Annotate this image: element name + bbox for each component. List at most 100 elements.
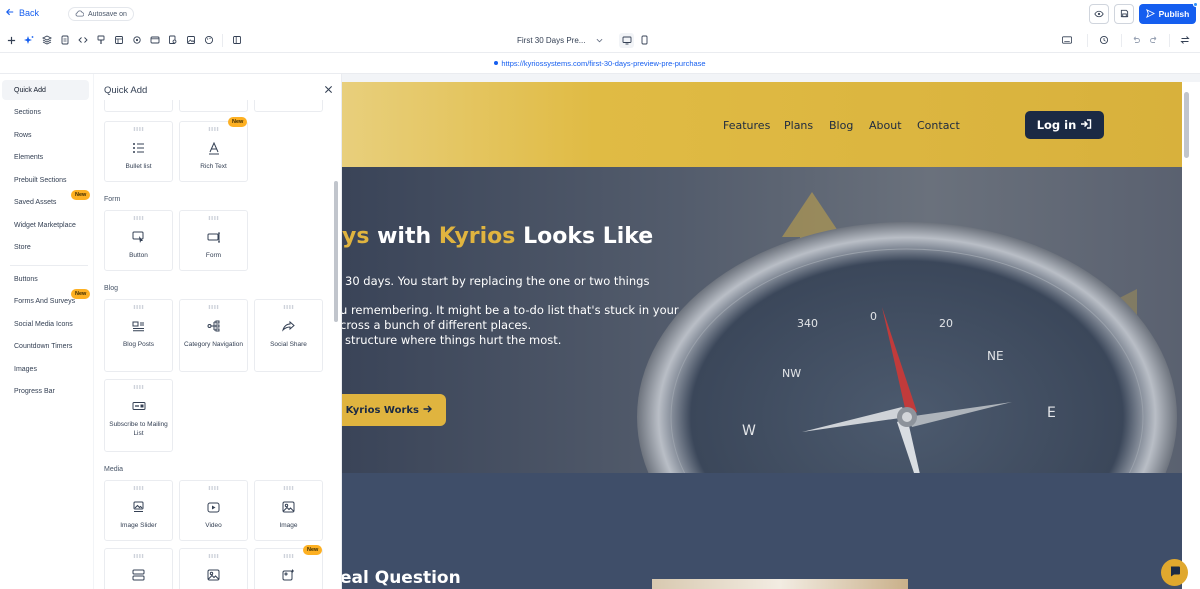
sidebar-item-store[interactable]: Store (2, 237, 89, 257)
settings-icon[interactable] (132, 35, 142, 45)
login-button[interactable]: Log in (1025, 111, 1104, 139)
search-doc-icon[interactable] (168, 35, 178, 45)
sidebar-item-buttons[interactable]: Buttons (2, 269, 89, 289)
drag-handle-icon[interactable] (208, 216, 219, 220)
undo-icon[interactable] (1131, 35, 1141, 45)
drag-handle-icon[interactable] (208, 127, 219, 131)
hero-button-label: w Kyrios Works (342, 404, 419, 416)
nav-link-blog[interactable]: Blog (829, 119, 853, 132)
keyboard-icon[interactable] (1062, 35, 1072, 45)
drag-handle-icon[interactable] (208, 486, 219, 490)
sparkle-icon[interactable] (24, 35, 34, 45)
page-selector[interactable]: First 30 Days Pre... (509, 33, 607, 48)
svg-text:W: W (742, 423, 756, 439)
preview-scrollbar-thumb[interactable] (1184, 92, 1189, 158)
code-icon[interactable] (78, 35, 88, 45)
palette-icon[interactable] (204, 35, 214, 45)
drag-handle-icon[interactable] (133, 127, 144, 131)
element-card-image-slider[interactable]: Image Slider (104, 480, 173, 541)
element-card-rich-text[interactable]: Rich Text (179, 121, 248, 182)
element-card-form[interactable]: Form (179, 210, 248, 271)
drag-handle-icon[interactable] (133, 486, 144, 490)
publish-button[interactable]: Publish (1139, 2, 1198, 24)
sidebar-item-social-media-icons[interactable]: Social Media Icons (2, 314, 89, 334)
video-icon (207, 500, 221, 514)
nav-link-about[interactable]: About (869, 119, 902, 132)
sidebar-item-quick-add[interactable]: Quick Add (2, 80, 89, 100)
sidebar-item-progress-bar[interactable]: Progress Bar (2, 381, 89, 401)
sidebar-item-label: Social Media Icons (14, 320, 73, 328)
autosave-toggle[interactable]: Autosave on (68, 7, 134, 21)
sidebar-item-prebuilt-sections[interactable]: Prebuilt Sections (2, 170, 89, 190)
element-card[interactable] (104, 100, 173, 112)
element-card-category-navigation[interactable]: Category Navigation (179, 299, 248, 372)
element-card[interactable] (179, 100, 248, 112)
page-icon[interactable] (60, 35, 70, 45)
element-card-subscribe[interactable]: Subscribe to Mailing List (104, 379, 173, 452)
panel-scrollbar-thumb[interactable] (334, 181, 338, 322)
swap-icon[interactable] (1180, 35, 1190, 45)
subscribe-icon (132, 399, 146, 413)
card-label: Category Navigation (184, 341, 243, 348)
element-card-blog-posts[interactable]: Blog Posts (104, 299, 173, 372)
hero-heading-part: Looks Like (515, 224, 654, 249)
nav-link-plans[interactable]: Plans (784, 119, 813, 132)
layers-icon[interactable] (42, 35, 52, 45)
nav-link-contact[interactable]: Contact (917, 119, 960, 132)
drag-handle-icon[interactable] (283, 486, 294, 490)
add-icon[interactable] (6, 35, 16, 45)
image-icon[interactable] (186, 35, 196, 45)
sidebar-item-rows[interactable]: Rows (2, 125, 89, 145)
new-badge: New (71, 289, 91, 299)
element-card-image[interactable]: Image (254, 480, 323, 541)
drag-handle-icon[interactable] (133, 305, 144, 309)
sidebar-item-images[interactable]: Images (2, 359, 89, 379)
how-kyrios-works-button[interactable]: w Kyrios Works (342, 394, 446, 426)
element-card[interactable] (179, 548, 248, 589)
drag-handle-icon[interactable] (133, 216, 144, 220)
nav-link-features[interactable]: Features (723, 119, 770, 132)
sidebar-item-elements[interactable]: Elements (2, 147, 89, 167)
hero-text-line: structure where things hurt the most. (345, 333, 562, 347)
element-card-button[interactable]: Button (104, 210, 173, 271)
url-text[interactable]: https://kyriossystems.com/first-30-days-… (501, 59, 705, 68)
notification-dot (1193, 2, 1198, 7)
preview-button[interactable] (1089, 4, 1109, 24)
url-bar: https://kyriossystems.com/first-30-days-… (0, 53, 1200, 74)
drag-handle-icon[interactable] (133, 554, 144, 558)
save-button[interactable] (1114, 4, 1134, 24)
element-card[interactable] (254, 100, 323, 112)
toolbar-divider (1169, 34, 1170, 47)
redo-icon[interactable] (1149, 35, 1159, 45)
drag-handle-icon[interactable] (208, 305, 219, 309)
template-icon[interactable] (114, 35, 124, 45)
sidebar-toggle-icon[interactable] (232, 35, 242, 45)
section-label-media: Media (104, 466, 124, 473)
sidebar-item-sections[interactable]: Sections (2, 102, 89, 122)
close-button[interactable] (322, 84, 334, 96)
quick-add-panel: Quick Add Bullet list Rich Text New Form… (94, 74, 342, 589)
drag-handle-icon[interactable] (208, 554, 219, 558)
drag-handle-icon[interactable] (133, 385, 144, 389)
element-card-bullet-list[interactable]: Bullet list (104, 121, 173, 182)
sidebar-divider (10, 265, 88, 266)
chat-widget-button[interactable] (1161, 559, 1188, 586)
sidebar-item-widget-marketplace[interactable]: Widget Marketplace (2, 215, 89, 235)
sidebar-item-label: Elements (14, 153, 44, 161)
preview-scrollbar-track[interactable] (1182, 82, 1200, 589)
sidebar-item-label: Progress Bar (14, 387, 55, 395)
drag-handle-icon[interactable] (283, 554, 294, 558)
mobile-view-button[interactable] (637, 33, 652, 48)
element-card[interactable] (104, 548, 173, 589)
history-icon[interactable] (1099, 35, 1109, 45)
element-card-social-share[interactable]: Social Share (254, 299, 323, 372)
question-section: eal Question (342, 473, 1182, 589)
sidebar-item-countdown-timers[interactable]: Countdown Timers (2, 336, 89, 356)
back-button[interactable]: Back (6, 8, 39, 18)
element-card-video[interactable]: Video (179, 480, 248, 541)
paint-icon[interactable] (96, 35, 106, 45)
drag-handle-icon[interactable] (283, 305, 294, 309)
desktop-view-button[interactable] (619, 33, 634, 48)
site-preview[interactable]: Features Plans Blog About Contact Log in (342, 82, 1182, 589)
browser-icon[interactable] (150, 35, 160, 45)
